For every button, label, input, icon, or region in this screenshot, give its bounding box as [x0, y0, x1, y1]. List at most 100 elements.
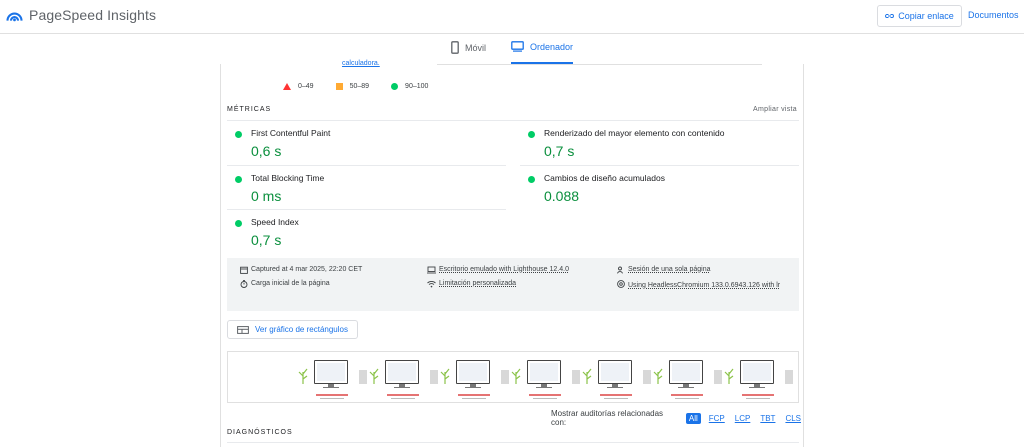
browser-version[interactable]: Using HeadlessChromium 133.0.6943.126 wi… [617, 280, 792, 292]
metric-divider [227, 165, 506, 166]
good-status-icon [528, 176, 535, 183]
app-title: PageSpeed Insights [29, 7, 157, 23]
captured-at-text: Captured at 4 mar 2025, 22:20 CET [251, 266, 363, 273]
calculator-link[interactable]: calculadora. [342, 60, 380, 67]
plant-decoration [298, 366, 308, 384]
metric-value: 0,7 s [544, 143, 575, 159]
initial-load: Carga inicial de la página [240, 280, 330, 288]
metric-divider [227, 209, 506, 210]
docs-link[interactable]: Documentos [968, 10, 1019, 20]
report-panel: calculadora. 0–49 50–89 90–100 MÉTRICAS … [220, 60, 804, 447]
session-type[interactable]: Sesión de una sola página [617, 266, 711, 274]
session-type-text: Sesión de una sola página [628, 266, 711, 273]
metric-label: Total Blocking Time [251, 173, 325, 183]
metric-label: Renderizado del mayor elemento con conte… [544, 128, 725, 138]
timer-icon [240, 280, 248, 288]
legend-bad-label: 0–49 [298, 83, 314, 90]
laptop-icon [427, 266, 436, 274]
metric-fcp: First Contentful Paint 0,6 s [235, 128, 505, 166]
filmstrip [227, 351, 799, 403]
legend-good-label: 90–100 [405, 83, 429, 90]
filter-tbt[interactable]: TBT [758, 414, 777, 423]
run-info-panel: Captured at 4 mar 2025, 22:20 CET Carga … [227, 258, 799, 311]
filmstrip-frame [653, 358, 722, 402]
metric-label: Cambios de diseño acumulados [544, 173, 665, 183]
metric-divider [520, 165, 799, 166]
filmstrip-frame [582, 358, 651, 402]
expand-view-toggle[interactable]: Ampliar vista [753, 106, 797, 113]
diagnostics-divider [227, 442, 799, 443]
app-logo[interactable]: PageSpeed Insights [6, 7, 156, 23]
metric-lcp: Renderizado del mayor elemento con conte… [528, 128, 798, 166]
screenshot-thumbnail [740, 360, 774, 384]
monitor-icon [511, 41, 524, 52]
good-status-icon [235, 176, 242, 183]
filter-lcp[interactable]: LCP [733, 414, 753, 423]
view-treemap-button[interactable]: Ver gráfico de rectángulos [227, 320, 358, 339]
network-throttling-text: Limitación personalizada [439, 280, 517, 287]
good-status-icon [235, 131, 242, 138]
filmstrip-frame [511, 358, 580, 402]
link-icon [885, 14, 895, 18]
metric-tbt: Total Blocking Time 0 ms [235, 173, 505, 211]
metric-cls: Cambios de diseño acumulados 0.088 [528, 173, 798, 211]
captured-at: Captured at 4 mar 2025, 22:20 CET [240, 266, 362, 274]
screenshot-thumbnail [527, 360, 561, 384]
filter-fcp[interactable]: FCP [707, 414, 727, 423]
metric-value: 0,7 s [251, 232, 282, 248]
screenshot-thumbnail [598, 360, 632, 384]
phone-icon [451, 41, 459, 54]
screenshot-thumbnail [314, 360, 348, 384]
emulated-device-text: Escritorio emulado with Lighthouse 12.4.… [439, 266, 569, 273]
metric-value: 0,6 s [251, 143, 282, 159]
filter-cls[interactable]: CLS [783, 414, 803, 423]
legend-average: 50–89 [335, 83, 370, 90]
users-icon [617, 266, 623, 274]
network-throttling[interactable]: Limitación personalizada [427, 280, 516, 288]
tab-desktop[interactable]: Ordenador [511, 41, 573, 52]
wifi-icon [427, 281, 436, 288]
metrics-divider [227, 120, 799, 121]
top-bar: PageSpeed Insights Copiar enlace Documen… [0, 0, 1024, 34]
browser-version-text: Using HeadlessChromium 133.0.6943.126 wi… [628, 282, 781, 289]
treemap-icon [237, 325, 249, 334]
metric-label: First Contentful Paint [251, 128, 331, 138]
emulated-device[interactable]: Escritorio emulado with Lighthouse 12.4.… [427, 266, 569, 274]
good-status-icon [235, 220, 242, 227]
initial-load-text: Carga inicial de la página [251, 280, 330, 287]
filmstrip-frame [298, 358, 367, 402]
metrics-heading: MÉTRICAS [227, 106, 272, 113]
filmstrip-frame [369, 358, 438, 402]
legend-bad: 0–49 [283, 83, 314, 90]
metric-label: Speed Index [251, 217, 299, 227]
metric-value: 0.088 [544, 188, 580, 204]
metric-speed-index: Speed Index 0,7 s [235, 217, 505, 255]
audit-filter: Mostrar auditorías relacionadas con: All… [551, 409, 803, 427]
view-treemap-label: Ver gráfico de rectángulos [255, 325, 348, 334]
screenshot-thumbnail [385, 360, 419, 384]
audit-filter-label: Mostrar auditorías relacionadas con: [551, 409, 664, 427]
copy-link-button[interactable]: Copiar enlace [877, 5, 962, 27]
copy-link-label: Copiar enlace [898, 11, 954, 21]
filmstrip-frame [724, 358, 793, 402]
filter-all[interactable]: All [685, 412, 701, 424]
chrome-icon [617, 280, 625, 288]
score-legend: 0–49 50–89 90–100 [283, 83, 428, 90]
legend-average-label: 50–89 [349, 83, 370, 90]
legend-good: 90–100 [391, 83, 428, 90]
screenshot-thumbnail [669, 360, 703, 384]
pagespeed-logo-icon [6, 12, 23, 22]
filmstrip-frame [440, 358, 509, 402]
tab-mobile-label: Móvil [465, 42, 487, 53]
triangle-icon [283, 83, 291, 90]
screenshot-thumbnail [456, 360, 490, 384]
square-icon [335, 83, 343, 90]
diagnostics-heading: DIAGNÓSTICOS [227, 429, 293, 436]
circle-icon [391, 83, 399, 90]
calendar-icon [240, 266, 248, 274]
metric-value: 0 ms [251, 188, 282, 204]
tab-desktop-label: Ordenador [530, 41, 574, 52]
device-tabs: Móvil Ordenador [437, 37, 762, 65]
good-status-icon [528, 131, 535, 138]
tab-mobile[interactable]: Móvil [451, 41, 486, 54]
